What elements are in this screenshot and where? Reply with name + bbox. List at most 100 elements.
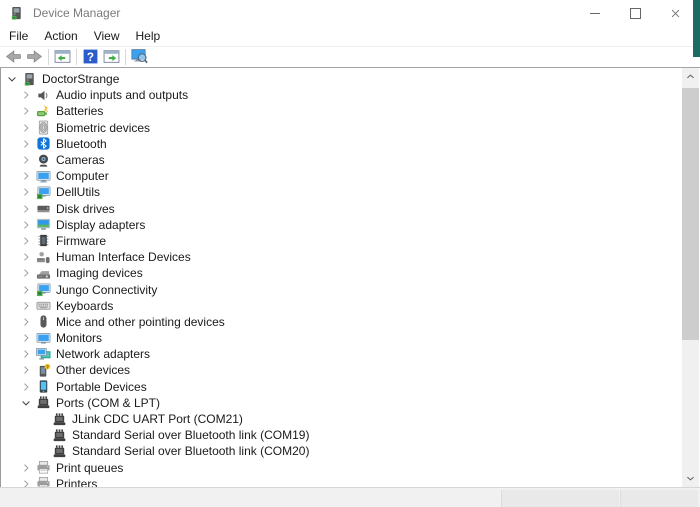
menu-item-view[interactable]: View — [86, 27, 128, 45]
properties-button[interactable] — [101, 47, 122, 66]
scrollbar-up-button[interactable] — [682, 68, 699, 85]
chevron-up-icon — [685, 71, 696, 82]
chevron-right-icon[interactable] — [19, 250, 33, 264]
software-device-icon — [36, 282, 51, 297]
scan-for-hardware-changes-button[interactable] — [129, 47, 150, 66]
tree-item-print-queues[interactable]: Print queues — [1, 460, 700, 476]
back-button[interactable] — [3, 47, 24, 66]
tree-item-network-adapters[interactable]: Network adapters — [1, 346, 700, 362]
tree-item-portable-devices[interactable]: Portable Devices — [1, 379, 700, 395]
tree-item-batteries[interactable]: Batteries — [1, 103, 700, 119]
chevron-right-icon[interactable] — [19, 461, 33, 475]
close-button[interactable] — [655, 0, 695, 26]
svg-text:?: ? — [46, 364, 49, 369]
chevron-spacer — [35, 428, 49, 442]
device-tree: DoctorStrangeAudio inputs and outputsBat… — [1, 68, 700, 488]
chevron-right-icon[interactable] — [19, 121, 33, 135]
chevron-right-icon[interactable] — [19, 153, 33, 167]
chevron-spacer — [35, 412, 49, 426]
tree-item-imaging-devices[interactable]: Imaging devices — [1, 265, 700, 281]
background-window-strip — [693, 0, 700, 57]
chevron-down-icon[interactable] — [19, 396, 33, 410]
chevron-right-icon[interactable] — [19, 88, 33, 102]
chevron-down-icon[interactable] — [5, 72, 19, 86]
chevron-right-icon[interactable] — [19, 315, 33, 329]
tree-item-label: Computer — [56, 169, 109, 183]
tree-item-label: Jungo Connectivity — [56, 283, 157, 297]
tree-item-human-interface-devices[interactable]: Human Interface Devices — [1, 249, 700, 265]
chevron-right-icon[interactable] — [19, 347, 33, 361]
tree-item-label: Other devices — [56, 363, 130, 377]
show-hide-console-tree-icon — [54, 48, 71, 65]
tree-item-jlink-cdc-uart-port-com21[interactable]: JLink CDC UART Port (COM21) — [1, 411, 700, 427]
tree-item-label: Biometric devices — [56, 121, 150, 135]
forward-button[interactable] — [24, 47, 45, 66]
tree-item-firmware[interactable]: Firmware — [1, 233, 700, 249]
chevron-right-icon[interactable] — [19, 185, 33, 199]
toolbar-separator — [125, 49, 126, 65]
tree-item-label: Network adapters — [56, 347, 150, 361]
tree-item-label: Batteries — [56, 104, 103, 118]
tree-item-other-devices[interactable]: ? Other devices — [1, 362, 700, 378]
tree-item-label: Disk drives — [56, 202, 115, 216]
printer-icon — [36, 460, 51, 475]
chevron-right-icon[interactable] — [19, 104, 33, 118]
minimize-button[interactable] — [575, 0, 615, 26]
tree-item-doctorstrange[interactable]: DoctorStrange — [1, 71, 700, 87]
tree-item-bluetooth[interactable]: Bluetooth — [1, 136, 700, 152]
chevron-right-icon[interactable] — [19, 283, 33, 297]
tree-item-monitors[interactable]: Monitors — [1, 330, 700, 346]
tree-item-label: Cameras — [56, 153, 105, 167]
forward-icon — [26, 48, 43, 65]
tree-item-label: Ports (COM & LPT) — [56, 396, 160, 410]
chevron-right-icon[interactable] — [19, 169, 33, 183]
chevron-right-icon[interactable] — [19, 380, 33, 394]
minimize-icon — [590, 13, 600, 14]
tree-item-standard-serial-over-bluetooth-link-com19[interactable]: Standard Serial over Bluetooth link (COM… — [1, 427, 700, 443]
tree-item-cameras[interactable]: Cameras — [1, 152, 700, 168]
tree-item-jungo-connectivity[interactable]: Jungo Connectivity — [1, 281, 700, 297]
svg-text:?: ? — [87, 51, 94, 64]
maximize-button[interactable] — [615, 0, 655, 26]
tree-item-audio-inputs-and-outputs[interactable]: Audio inputs and outputs — [1, 87, 700, 103]
tree-item-dellutils[interactable]: DellUtils — [1, 184, 700, 200]
tree-item-display-adapters[interactable]: Display adapters — [1, 217, 700, 233]
status-pane — [620, 490, 698, 507]
mouse-icon — [36, 314, 51, 329]
tree-item-label: Standard Serial over Bluetooth link (COM… — [72, 444, 309, 458]
device-tree-pane: DoctorStrangeAudio inputs and outputsBat… — [0, 67, 700, 488]
chevron-right-icon[interactable] — [19, 331, 33, 345]
tree-item-standard-serial-over-bluetooth-link-com20[interactable]: Standard Serial over Bluetooth link (COM… — [1, 443, 700, 459]
tree-item-mice-and-other-pointing-devices[interactable]: Mice and other pointing devices — [1, 314, 700, 330]
imaging-icon — [36, 266, 51, 281]
scrollbar-thumb[interactable] — [682, 88, 699, 340]
chevron-right-icon[interactable] — [19, 363, 33, 377]
tree-item-ports-com-lpt[interactable]: Ports (COM & LPT) — [1, 395, 700, 411]
help-button[interactable]: ? — [80, 47, 101, 66]
chevron-right-icon[interactable] — [19, 266, 33, 280]
unknown-device-icon: ? — [36, 363, 51, 378]
firmware-icon — [36, 233, 51, 248]
scrollbar-down-button[interactable] — [682, 470, 699, 487]
tree-item-biometric-devices[interactable]: Biometric devices — [1, 120, 700, 136]
menu-item-file[interactable]: File — [1, 27, 36, 45]
tree-item-label: Imaging devices — [56, 266, 143, 280]
chevron-right-icon[interactable] — [19, 234, 33, 248]
menu-item-action[interactable]: Action — [36, 27, 85, 45]
tree-item-label: Print queues — [56, 461, 123, 475]
toolbar-separator — [48, 49, 49, 65]
tree-item-disk-drives[interactable]: Disk drives — [1, 201, 700, 217]
tree-item-label: JLink CDC UART Port (COM21) — [72, 412, 243, 426]
tree-item-computer[interactable]: Computer — [1, 168, 700, 184]
chevron-right-icon[interactable] — [19, 299, 33, 313]
properties-icon — [103, 48, 120, 65]
chevron-spacer — [35, 444, 49, 458]
chevron-right-icon[interactable] — [19, 202, 33, 216]
show-hide-console-tree-button[interactable] — [52, 47, 73, 66]
vertical-scrollbar[interactable] — [682, 68, 699, 487]
chevron-right-icon[interactable] — [19, 218, 33, 232]
tree-item-label: Firmware — [56, 234, 106, 248]
chevron-right-icon[interactable] — [19, 137, 33, 151]
menu-item-help[interactable]: Help — [128, 27, 169, 45]
tree-item-keyboards[interactable]: Keyboards — [1, 298, 700, 314]
